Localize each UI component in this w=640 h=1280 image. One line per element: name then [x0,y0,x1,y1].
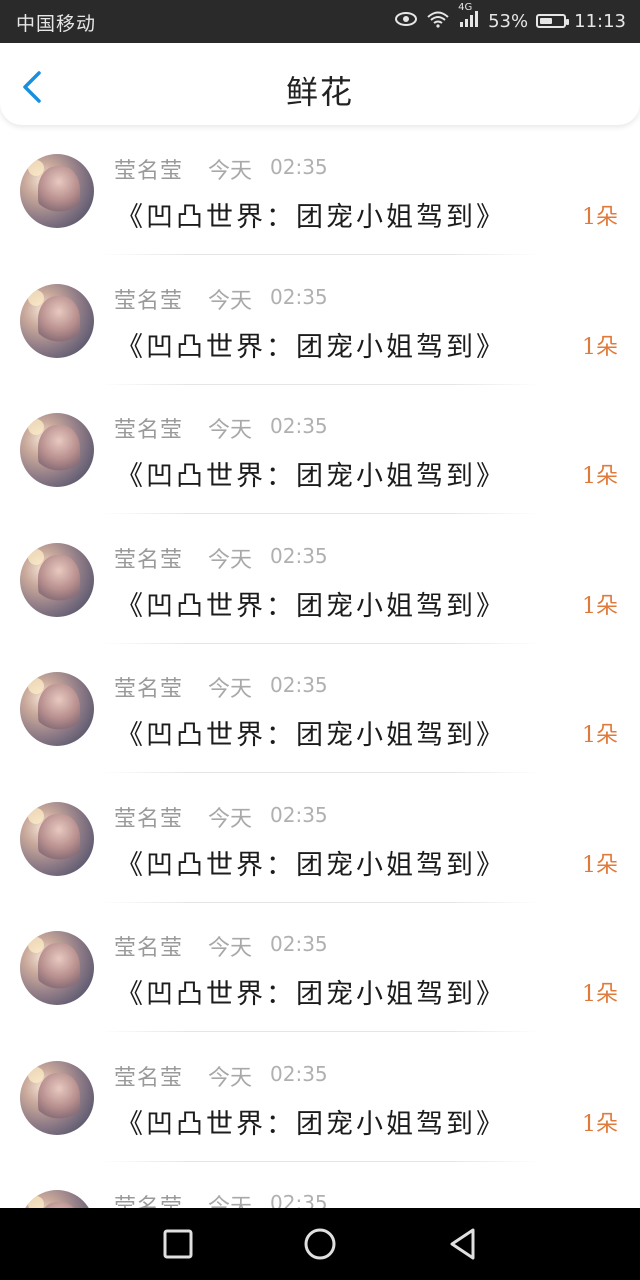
avatar[interactable] [20,1060,94,1135]
battery-icon [536,14,570,28]
gift-day: 今天 [208,159,253,184]
gift-row[interactable]: 莹名莹 今天 02:35 《凹凸世界：团宠小姐驾到》 1朵 [0,125,640,255]
gift-row[interactable]: 莹名莹 今天 02:35 《凹凸世界：团宠小姐驾到》 1朵 [0,773,640,903]
clock: 11:13 [574,10,626,32]
book-title: 《凹凸世界：团宠小姐驾到》 [116,720,506,751]
avatar-glow [28,548,44,565]
gift-row[interactable]: 莹名莹 今天 02:35 《凹凸世界：团宠小姐驾到》 1朵 [0,384,640,514]
recent-apps-button[interactable] [160,1226,196,1262]
avatar-figure [38,166,80,218]
gift-time: 02:35 [270,1061,328,1086]
back-nav-button[interactable] [444,1226,480,1262]
flower-count: 1朵 [582,334,618,360]
gift-day: 今天 [208,1065,253,1091]
eye-comfort-icon [394,11,418,32]
avatar[interactable] [20,542,94,617]
book-title: 《凹凸世界：团宠小姐驾到》 [116,331,506,363]
gift-day: 今天 [208,418,253,443]
gift-day: 今天 [208,936,253,961]
avatar[interactable] [20,1190,94,1208]
gift-time: 02:35 [270,932,328,956]
user-name: 莹名莹 [114,1065,184,1091]
avatar-figure [38,425,80,477]
avatar-figure [38,943,80,995]
gift-day: 今天 [208,677,253,702]
status-bar: 中国移动 4G 53% 11:13 [0,0,640,43]
avatar-glow [28,289,44,306]
home-button[interactable] [302,1226,338,1262]
gift-row[interactable]: 莹名莹 今天 02:35 《凹凸世界：团宠小姐驾到》 1朵 [0,643,640,773]
avatar-figure [38,295,80,348]
avatar[interactable] [20,801,94,876]
avatar-glow [28,807,44,824]
flower-count: 1朵 [582,852,618,878]
back-icon [450,1228,475,1260]
gift-row[interactable]: 莹名莹 今天 02:35 [0,1161,640,1208]
status-icons: 4G 53% 11:13 [394,2,626,34]
network-type: 4G [458,1,473,13]
avatar[interactable] [20,672,94,746]
gift-day: 今天 [208,547,253,573]
carrier-name: 中国移动 [16,13,97,35]
flower-gift-list[interactable]: 莹名莹 今天 02:35 《凹凸世界：团宠小姐驾到》 1朵 莹名莹 今天 02:35 《凹凸世界… [0,125,640,1208]
user-name: 莹名莹 [114,677,184,702]
user-name: 莹名莹 [114,936,184,961]
gift-time: 02:35 [270,1191,328,1208]
gift-time: 02:35 [270,802,328,827]
user-name: 莹名莹 [114,1195,184,1208]
gift-day: 今天 [208,1195,253,1208]
avatar-figure [38,684,80,736]
gift-time: 02:35 [270,155,328,179]
gift-row[interactable]: 莹名莹 今天 02:35 《凹凸世界：团宠小姐驾到》 1朵 [0,514,640,644]
signal-icon: 4G [458,2,480,33]
system-nav-bar [0,1208,640,1280]
gift-row[interactable]: 莹名莹 今天 02:35 《凹凸世界：团宠小姐驾到》 1朵 [0,1032,640,1162]
user-name: 莹名莹 [114,806,184,832]
book-title: 《凹凸世界：团宠小姐驾到》 [116,1108,506,1140]
flower-count: 1朵 [582,593,618,619]
book-title: 《凹凸世界：团宠小姐驾到》 [116,590,506,622]
wifi-icon [426,10,450,33]
user-name: 莹名莹 [114,418,184,443]
book-title: 《凹凸世界：团宠小姐驾到》 [116,461,506,492]
user-name: 莹名莹 [114,288,184,314]
avatar-glow [28,1196,44,1208]
gift-row[interactable]: 莹名莹 今天 02:35 《凹凸世界：团宠小姐驾到》 1朵 [0,255,640,385]
flower-count: 1朵 [582,723,618,748]
book-title: 《凹凸世界：团宠小姐驾到》 [116,849,506,881]
avatar[interactable] [20,154,94,228]
page-header: 鲜花 [0,43,640,125]
page-title: 鲜花 [285,73,354,111]
avatar[interactable] [20,931,94,1005]
avatar-figure [38,813,80,866]
book-title: 《凹凸世界：团宠小姐驾到》 [116,202,506,233]
battery-level [540,18,552,24]
home-icon [304,1228,336,1260]
gift-row[interactable]: 莹名莹 今天 02:35 《凹凸世界：团宠小姐驾到》 1朵 [0,902,640,1032]
gift-day: 今天 [208,288,253,314]
avatar-glow [28,1066,44,1083]
book-title: 《凹凸世界：团宠小姐驾到》 [116,979,506,1010]
flower-count: 1朵 [582,205,618,230]
battery-cap [566,19,570,25]
gift-time: 02:35 [270,543,328,568]
gift-day: 今天 [208,806,253,832]
recent-apps-icon [163,1229,193,1259]
battery-percent: 53% [488,10,529,32]
gift-time: 02:35 [270,673,328,697]
flower-count: 1朵 [582,464,618,489]
gift-time: 02:35 [270,284,328,309]
avatar[interactable] [20,413,94,487]
avatar[interactable] [20,283,94,358]
avatar-figure [38,554,80,607]
avatar-figure [38,1072,80,1125]
user-name: 莹名莹 [114,547,184,573]
user-name: 莹名莹 [114,159,184,184]
flower-count: 1朵 [582,1111,618,1137]
gift-time: 02:35 [270,414,328,438]
flower-count: 1朵 [582,982,618,1007]
